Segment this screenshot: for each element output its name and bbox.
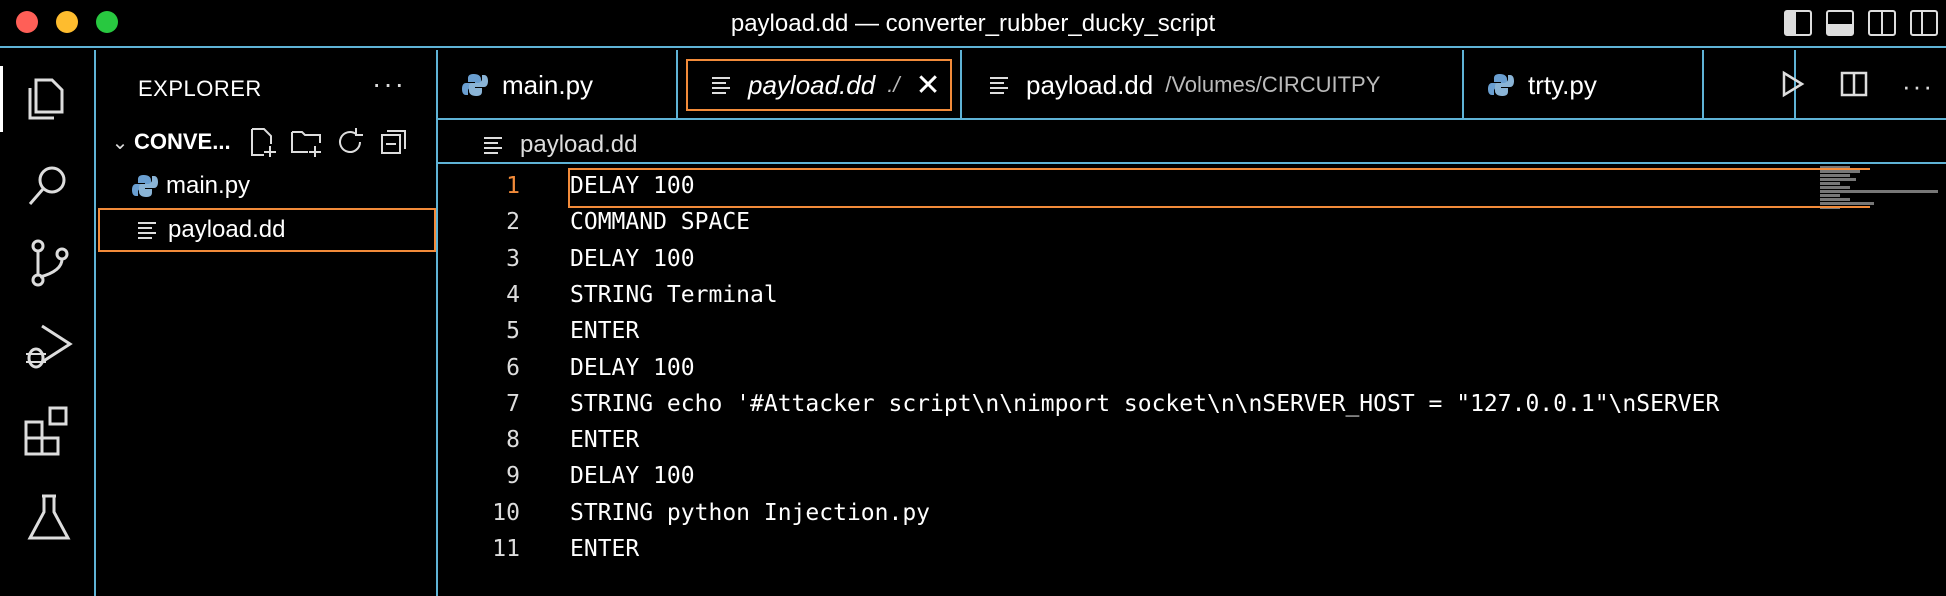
new-file-icon[interactable]	[246, 126, 278, 158]
customize-layout-icon[interactable]	[1910, 10, 1938, 36]
line-number: 4	[506, 281, 520, 308]
code-line[interactable]: 5 ENTER	[438, 313, 1938, 349]
explorer-sidebar: EXPLORER ··· ⌄ CONVE... main.py payload.…	[96, 50, 438, 596]
line-number: 2	[506, 209, 520, 236]
python-icon	[462, 72, 488, 98]
code-text[interactable]: DELAY 100	[570, 173, 1765, 199]
file-item-main-py[interactable]: main.py	[98, 164, 436, 208]
text-file-icon	[480, 132, 506, 158]
code-text[interactable]: DELAY 100	[570, 463, 1765, 489]
line-number: 11	[492, 536, 520, 562]
file-name: payload.dd	[168, 216, 286, 243]
code-text[interactable]: ENTER	[570, 318, 1765, 344]
run-icon[interactable]	[1780, 70, 1806, 103]
more-actions-icon[interactable]: ···	[1902, 71, 1934, 102]
collapse-all-icon[interactable]	[378, 126, 410, 158]
code-text[interactable]: DELAY 100	[570, 355, 1765, 381]
explorer-icon[interactable]	[0, 66, 76, 132]
tab-trty-py[interactable]: trty.py	[1464, 50, 1704, 120]
line-number: 8	[506, 427, 520, 454]
run-debug-icon[interactable]	[22, 320, 76, 374]
code-line[interactable]: 3 DELAY 100	[438, 241, 1938, 277]
text-file-icon	[134, 217, 160, 243]
tab-label: payload.dd	[748, 69, 876, 100]
code-text[interactable]: STRING Terminal	[570, 282, 1765, 308]
python-icon	[132, 173, 158, 199]
search-icon[interactable]	[22, 158, 76, 212]
code-line[interactable]: 1 DELAY 100	[438, 168, 1938, 208]
editor-tab-bar: main.py payload.dd ./ ✕ payload.dd /Volu…	[438, 50, 1946, 120]
title-bar: payload.dd — converter_rubber_ducky_scri…	[0, 0, 1946, 48]
new-folder-icon[interactable]	[290, 126, 322, 158]
code-text[interactable]: STRING python Injection.py	[570, 500, 1765, 526]
activity-bar	[0, 50, 96, 596]
testing-icon[interactable]	[22, 490, 76, 544]
tab-description: ./	[887, 72, 900, 97]
toggle-secondary-sidebar-icon[interactable]	[1868, 10, 1896, 36]
layout-controls	[1784, 10, 1938, 36]
breadcrumb-file[interactable]: payload.dd	[520, 131, 637, 159]
tab-payload-dd-local[interactable]: payload.dd ./ ✕	[678, 50, 962, 120]
code-text[interactable]: STRING echo '#Attacker script\n\nimport …	[570, 391, 1765, 417]
tab-payload-dd-circuitpy[interactable]: payload.dd /Volumes/CIRCUITPY	[962, 50, 1464, 120]
folder-header[interactable]: ⌄ CONVE...	[106, 122, 432, 162]
line-number: 5	[506, 318, 520, 345]
code-text[interactable]: DELAY 100	[570, 246, 1765, 272]
code-text[interactable]: ENTER	[570, 536, 1765, 562]
line-number: 7	[506, 390, 520, 417]
source-control-icon[interactable]	[22, 236, 76, 290]
code-line[interactable]: 6 DELAY 100	[438, 350, 1938, 386]
folder-name: CONVE...	[134, 129, 231, 154]
tab-label: trty.py	[1528, 69, 1597, 100]
tab-label: payload.dd	[1026, 69, 1154, 100]
code-line[interactable]: 9 DELAY 100	[438, 458, 1938, 494]
sidebar-more-button[interactable]: ···	[372, 68, 406, 100]
extensions-icon[interactable]	[22, 402, 76, 456]
split-editor-icon[interactable]	[1840, 70, 1868, 103]
line-number: 9	[506, 463, 520, 490]
sidebar-title: EXPLORER	[138, 76, 262, 101]
file-name: main.py	[166, 172, 251, 199]
tab-label: main.py	[502, 69, 594, 100]
file-item-payload-dd[interactable]: payload.dd	[98, 208, 436, 252]
code-text[interactable]: ENTER	[570, 427, 1765, 453]
tab-main-py[interactable]: main.py	[438, 50, 678, 120]
code-line[interactable]: 2 COMMAND SPACE	[438, 204, 1938, 240]
text-file-icon	[986, 72, 1012, 98]
line-number: 1	[506, 173, 520, 199]
python-icon	[1488, 72, 1514, 98]
close-icon[interactable]: ✕	[915, 68, 940, 103]
code-line[interactable]: 4 STRING Terminal	[438, 277, 1938, 313]
line-number: 6	[506, 354, 520, 381]
code-editor[interactable]: 1 DELAY 100 2 COMMAND SPACE 3 DELAY 100 4 STRIN…	[438, 162, 1946, 596]
breadcrumb[interactable]: payload.dd	[480, 128, 637, 162]
window-title: payload.dd — converter_rubber_ducky_scri…	[730, 10, 1216, 37]
code-line[interactable]: 8 ENTER	[438, 422, 1938, 458]
toggle-sidebar-icon[interactable]	[1784, 10, 1812, 36]
code-line[interactable]: 7 STRING echo '#Attacker script\n\nimport…	[438, 386, 1938, 422]
code-line[interactable]: 11 ENTER	[438, 531, 1938, 567]
text-file-icon	[708, 72, 734, 98]
code-line[interactable]: 10 STRING python Injection.py	[438, 495, 1938, 531]
toggle-panel-icon[interactable]	[1826, 10, 1854, 36]
editor-actions: ···	[1780, 70, 1934, 103]
refresh-icon[interactable]	[334, 126, 366, 158]
line-number: 10	[492, 499, 520, 526]
line-number: 3	[506, 245, 520, 272]
chevron-down-icon[interactable]: ⌄	[106, 130, 134, 155]
code-text[interactable]: COMMAND SPACE	[570, 209, 1765, 235]
tab-description: /Volumes/CIRCUITPY	[1165, 72, 1381, 97]
